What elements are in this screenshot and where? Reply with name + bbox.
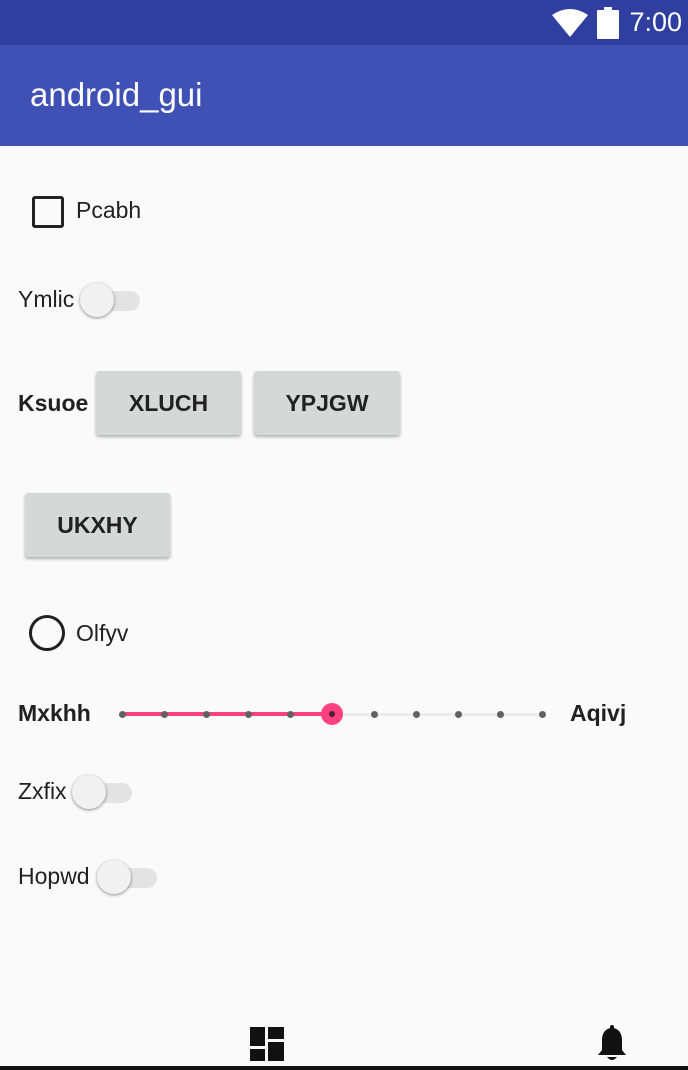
hopwd-switch-label: Hopwd (18, 863, 90, 889)
seekbar-tick (118, 711, 126, 718)
pcabh-checkbox[interactable] (32, 196, 64, 228)
wifi-icon (552, 9, 588, 37)
seekbar-tick (370, 711, 378, 718)
olfyv-radio-label[interactable]: Olfyv (76, 619, 128, 647)
ypjgw-button[interactable]: YPJGW (254, 371, 400, 435)
seekbar-progress (122, 712, 332, 716)
pcabh-checkbox-label[interactable]: Pcabh (76, 196, 141, 224)
seekbar-tick (286, 711, 294, 718)
seekbar-tick (538, 711, 546, 718)
switch-thumb (97, 860, 131, 894)
switch-thumb (72, 775, 106, 809)
ymlic-switch[interactable] (80, 282, 146, 317)
status-bar: 7:00 (0, 0, 688, 45)
seekbar-tick (454, 711, 462, 718)
hopwd-switch[interactable] (97, 859, 163, 894)
seekbar-tick (202, 711, 210, 718)
ksuoe-label: Ksuoe (18, 390, 89, 416)
mxkhh-seekbar[interactable] (110, 696, 555, 732)
notifications-icon[interactable] (596, 1025, 628, 1063)
zxfix-switch-label: Zxfix (18, 778, 67, 804)
ukxhy-button[interactable]: UKXHY (25, 493, 170, 557)
status-time: 7:00 (629, 7, 682, 37)
battery-icon (597, 7, 619, 39)
seekbar-thumb[interactable] (321, 703, 343, 725)
xluch-button[interactable]: XLUCH (96, 371, 241, 435)
app-title: android_gui (30, 76, 203, 113)
bottom-edge (0, 1066, 688, 1070)
seekbar-tick (244, 711, 252, 718)
seekbar-tick (496, 711, 504, 718)
seekbar-tick (412, 711, 420, 718)
ymlic-switch-label: Ymlic (18, 286, 75, 312)
zxfix-switch[interactable] (72, 774, 138, 809)
dashboard-icon[interactable] (250, 1027, 284, 1061)
olfyv-radio-button[interactable] (29, 615, 65, 651)
seekbar-tick (160, 711, 168, 718)
app-bar: android_gui (0, 45, 688, 146)
seekbar-start-label: Mxkhh (18, 700, 91, 726)
seekbar-end-label: Aqivj (570, 700, 627, 726)
switch-thumb (80, 283, 114, 317)
